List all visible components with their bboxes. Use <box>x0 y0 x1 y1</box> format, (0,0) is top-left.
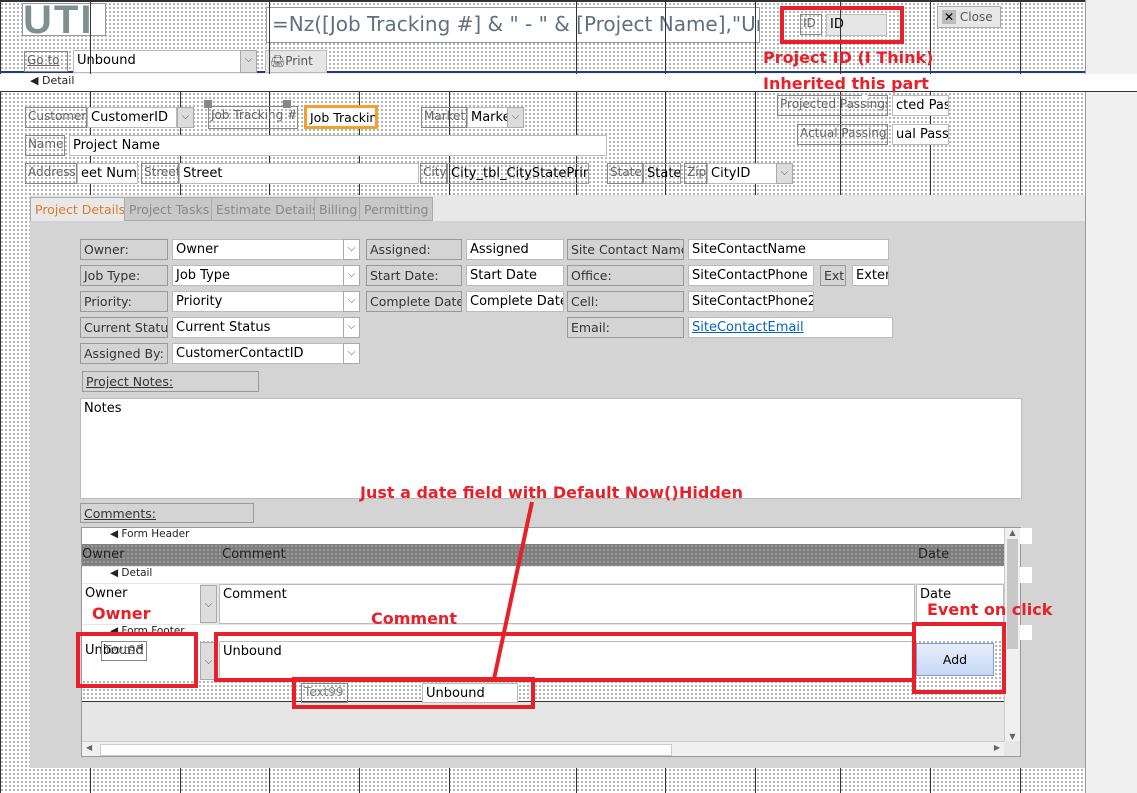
annotation-arrow-line <box>492 501 534 680</box>
